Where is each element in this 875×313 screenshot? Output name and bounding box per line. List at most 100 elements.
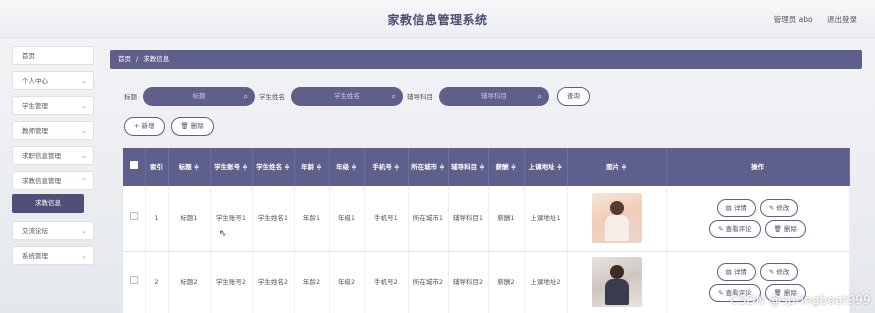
view-comments-button[interactable]: ✎ 查看评论 [709,219,761,238]
chevron-down-icon: ⌄ [81,252,87,260]
column-header[interactable]: 年龄 ≑ [294,148,330,186]
column-header: 操作 [666,148,850,186]
sidebar-item-profile[interactable]: 个人中心 ⌄ [12,71,94,90]
view-comments-label: 查看评论 [725,224,752,233]
subject-search-placeholder: 辅导科目 [481,91,507,100]
sidebar-item-forum[interactable]: 交流论坛 ⌄ [12,221,94,240]
chevron-down-icon: ⌄ [81,152,87,160]
sidebar-item-tutor-request[interactable]: 求教信息管理 ⌃ [12,171,94,190]
search-bar: 标题 标题 ⌕ 学生姓名 学生姓名 ⌕ 辅导科目 辅导科目 ⌕ 查询 [124,86,590,106]
cell-age: 年龄1 [294,186,330,252]
admin-label: 管理员 abo [773,15,813,24]
delete-label: 删除 [783,224,797,233]
edit-icon: ✎ [768,203,775,212]
sidebar-item-teachers[interactable]: 教师管理 ⌄ [12,121,94,140]
select-all-checkbox[interactable] [123,148,146,186]
cell-name: 学生姓名2 [252,251,295,313]
cell-title: 标题2 [168,251,211,313]
edit-button[interactable]: ✎ 修改 [759,262,799,281]
subject-search-input[interactable]: 辅导科目 ⌕ [439,86,549,106]
edit-label: 修改 [776,267,790,276]
search-icon: ⌕ [243,91,248,101]
trash-icon: 🗑 [180,122,189,130]
detail-button[interactable]: ▤ 详情 [716,262,756,281]
cell-account: 学生账号1 [210,186,253,252]
chevron-down-icon: ⌄ [81,127,87,135]
edit-button[interactable]: ✎ 修改 [759,198,799,217]
cell-address: 上课地址2 [524,251,568,313]
row-checkbox[interactable] [123,251,146,313]
subject-filter-label: 辅导科目 [407,93,433,101]
delete-button[interactable]: 🗑 删除 [764,219,806,238]
table-header: 索引 标题 ≑ 学生账号 ≑ 学生姓名 ≑ 年龄 ≑ 年级 ≑ 手机号 ≑ 所在… [123,148,850,186]
cell-age: 年龄2 [294,251,330,313]
sidebar-item-system[interactable]: 系统管理 ⌄ [12,246,94,265]
column-header[interactable]: 上课地址 ≑ [524,148,568,186]
student-photo[interactable] [591,193,642,244]
user-area: 管理员 abo 退出登录 [762,14,857,25]
edit-label: 修改 [776,203,790,212]
add-button[interactable]: + 新增 [124,117,165,136]
edit-icon: ✎ [768,267,775,276]
cell-title: 标题1 [168,186,211,252]
table-row: 1 标题1 学生账号1 学生姓名1 年龄1 年级1 手机号1 所在城市1 辅导科… [123,186,850,252]
search-icon: ⌕ [391,91,396,101]
breadcrumb-current: 求教信息 [143,55,170,63]
batch-delete-button[interactable]: 🗑 删除 [170,117,214,136]
sidebar-item-home[interactable]: 首页 [12,46,94,65]
column-header[interactable]: 标题 ≑ [168,148,211,186]
sidebar-item-job-info[interactable]: 求职信息管理 ⌄ [12,146,94,165]
breadcrumb-separator: / [136,55,139,63]
detail-button[interactable]: ▤ 详情 [716,198,756,217]
column-header[interactable]: 薪酬 ≑ [488,148,525,186]
sidebar-subitem-tutor-info[interactable]: 求教信息 [12,194,84,213]
student-search-input[interactable]: 学生姓名 ⌕ [291,86,403,106]
sidebar: 首页 个人中心 ⌄ 学生管理 ⌄ 教师管理 ⌄ 求职信息管理 ⌄ 求教信息管理 ⌃ 求教信… [0,46,100,271]
cell-salary: 薪酬2 [488,251,525,313]
cell-index: 1 [145,186,169,252]
edit-icon: ✎ [718,288,724,297]
chevron-down-icon: ⌄ [81,102,87,110]
sidebar-item-label: 交流论坛 [22,227,48,235]
detail-icon: ▤ [725,203,732,212]
sidebar-item-label: 个人中心 [22,77,48,85]
student-filter-label: 学生姓名 [259,93,285,101]
breadcrumb-home[interactable]: 首页 [118,55,131,63]
row-checkbox[interactable] [123,186,146,252]
column-header[interactable]: 手机号 ≑ [364,148,409,186]
column-header[interactable]: 辅导科目 ≑ [448,148,489,186]
column-header: 索引 [145,148,169,186]
student-photo[interactable] [591,257,642,307]
cell-index: 2 [145,251,169,313]
trash-icon: 🗑 [773,224,782,233]
detail-label: 详情 [733,267,747,276]
watermark: CSDN @springboot999 [729,293,871,307]
detail-icon: ▤ [725,267,732,276]
chevron-down-icon: ⌄ [81,227,87,235]
detail-label: 详情 [733,203,747,212]
column-header[interactable]: 学生姓名 ≑ [252,148,295,186]
column-header[interactable]: 学生账号 ≑ [210,148,253,186]
search-icon: ⌕ [537,91,542,101]
cell-account: 学生账号2 [210,251,253,313]
title-filter-label: 标题 [124,93,137,101]
mouse-cursor-icon: ⇖ [219,229,227,239]
cell-photo [567,251,667,313]
cell-phone: 手机号1 [364,186,409,252]
sidebar-item-students[interactable]: 学生管理 ⌄ [12,96,94,115]
cell-address: 上课地址1 [524,186,568,252]
column-header[interactable]: 所在城市 ≑ [408,148,449,186]
column-header[interactable]: 年级 ≑ [329,148,365,186]
cell-grade: 年级2 [329,251,365,313]
cell-salary: 薪酬1 [488,186,525,252]
sidebar-item-label: 教师管理 [22,127,48,135]
logout-link[interactable]: 退出登录 [827,15,857,24]
sidebar-item-label: 求教信息管理 [22,177,61,185]
sidebar-item-label: 系统管理 [22,252,48,260]
breadcrumb: 首页 / 求教信息 [110,50,862,69]
student-search-placeholder: 学生姓名 [334,91,360,100]
column-header[interactable]: 图片 ≑ [567,148,667,186]
title-search-input[interactable]: 标题 ⌕ [143,86,255,106]
query-button[interactable]: 查询 [557,86,590,106]
cell-operations: ▤ 详情 ✎ 修改 ✎ 查看评论 🗑 删除 [666,186,850,252]
